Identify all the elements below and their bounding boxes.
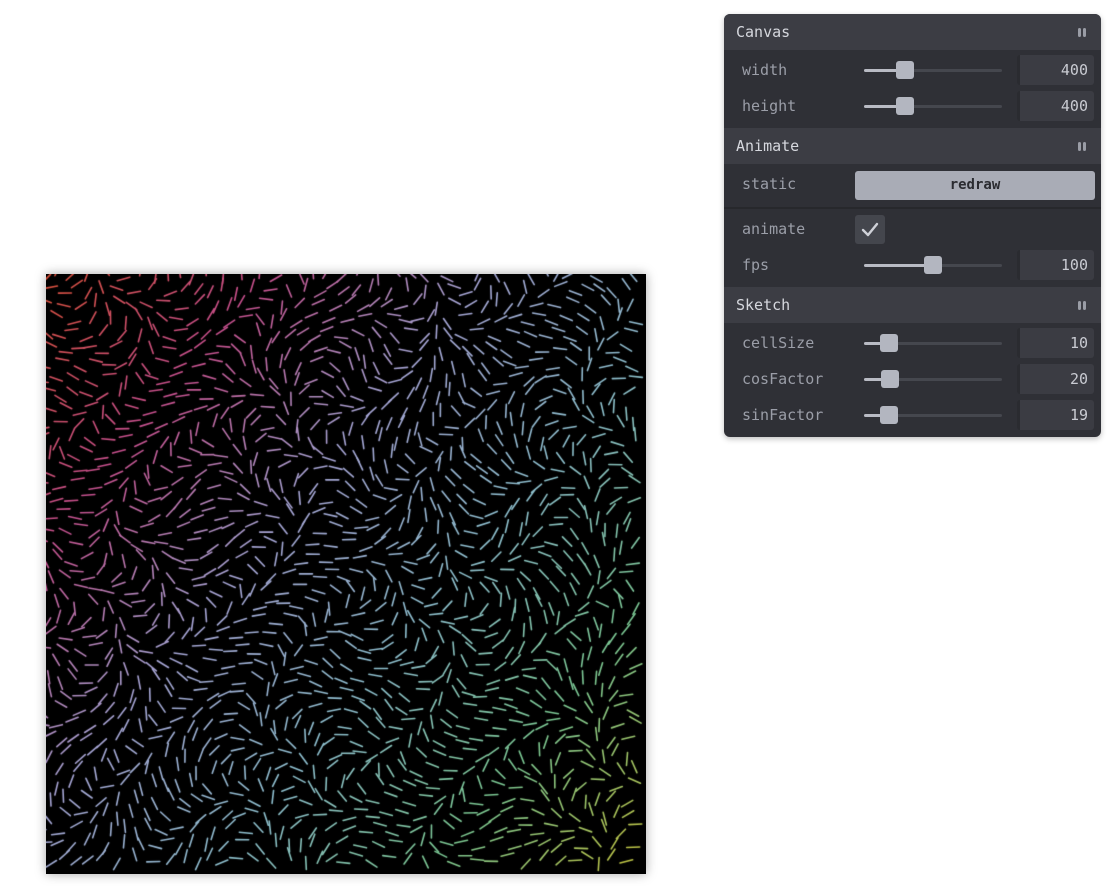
param-label-sinfactor: sinFactor [742,406,824,424]
collapse-toggle-icon[interactable] [1077,28,1087,37]
param-row-sinfactor: sinFactor 19 [724,397,1101,433]
separator [724,207,1101,209]
slider-handle-width[interactable] [896,61,915,79]
slider-handle-cellsize[interactable] [879,334,898,352]
folder-title-sketch: Sketch [736,296,791,314]
slider-sinfactor[interactable] [864,406,1002,424]
param-label-cosfactor: cosFactor [742,370,824,388]
folder-title-canvas: Canvas [736,23,791,41]
slider-height[interactable] [864,97,1002,115]
slider-handle-fps[interactable] [924,256,942,274]
param-row-static: static redraw [724,166,1101,202]
number-input-sinfactor[interactable]: 19 [1017,400,1094,430]
sketch-canvas [46,274,646,874]
param-row-cosfactor: cosFactor 20 [724,361,1101,397]
param-row-height: height 400 [724,88,1101,124]
collapse-toggle-icon[interactable] [1077,301,1087,310]
param-row-animate: animate [724,211,1101,247]
slider-fps[interactable] [864,256,1002,274]
param-label-width: width [742,61,788,79]
folder-title-animate: Animate [736,137,800,155]
slider-cosfactor[interactable] [864,370,1002,388]
tweakpane-panel: Canvas width 400 height 400 Animate stat… [724,14,1101,437]
param-label-animate: animate [742,220,806,238]
number-input-cellsize[interactable]: 10 [1017,328,1094,358]
param-row-fps: fps 100 [724,247,1101,283]
folder-header-animate[interactable]: Animate [724,128,1101,164]
slider-handle-cosfactor[interactable] [881,370,900,388]
slider-cellsize[interactable] [864,334,1002,352]
number-input-height[interactable]: 400 [1017,91,1094,121]
animate-checkbox[interactable] [855,215,885,244]
slider-width[interactable] [864,61,1002,79]
number-input-width[interactable]: 400 [1017,55,1094,85]
param-label-cellsize: cellSize [742,334,815,352]
param-label-height: height [742,97,797,115]
folder-header-sketch[interactable]: Sketch [724,287,1101,323]
number-input-cosfactor[interactable]: 20 [1017,364,1094,394]
checkmark-icon [861,222,879,237]
slider-handle-sinfactor[interactable] [879,406,898,424]
folder-header-canvas[interactable]: Canvas [724,14,1101,50]
param-label-static: static [742,175,797,193]
param-label-fps: fps [742,256,770,274]
number-input-fps[interactable]: 100 [1017,250,1094,280]
param-row-cellsize: cellSize 10 [724,325,1101,361]
slider-handle-height[interactable] [896,97,915,115]
collapse-toggle-icon[interactable] [1077,142,1087,151]
param-row-width: width 400 [724,52,1101,88]
redraw-button[interactable]: redraw [855,171,1095,200]
